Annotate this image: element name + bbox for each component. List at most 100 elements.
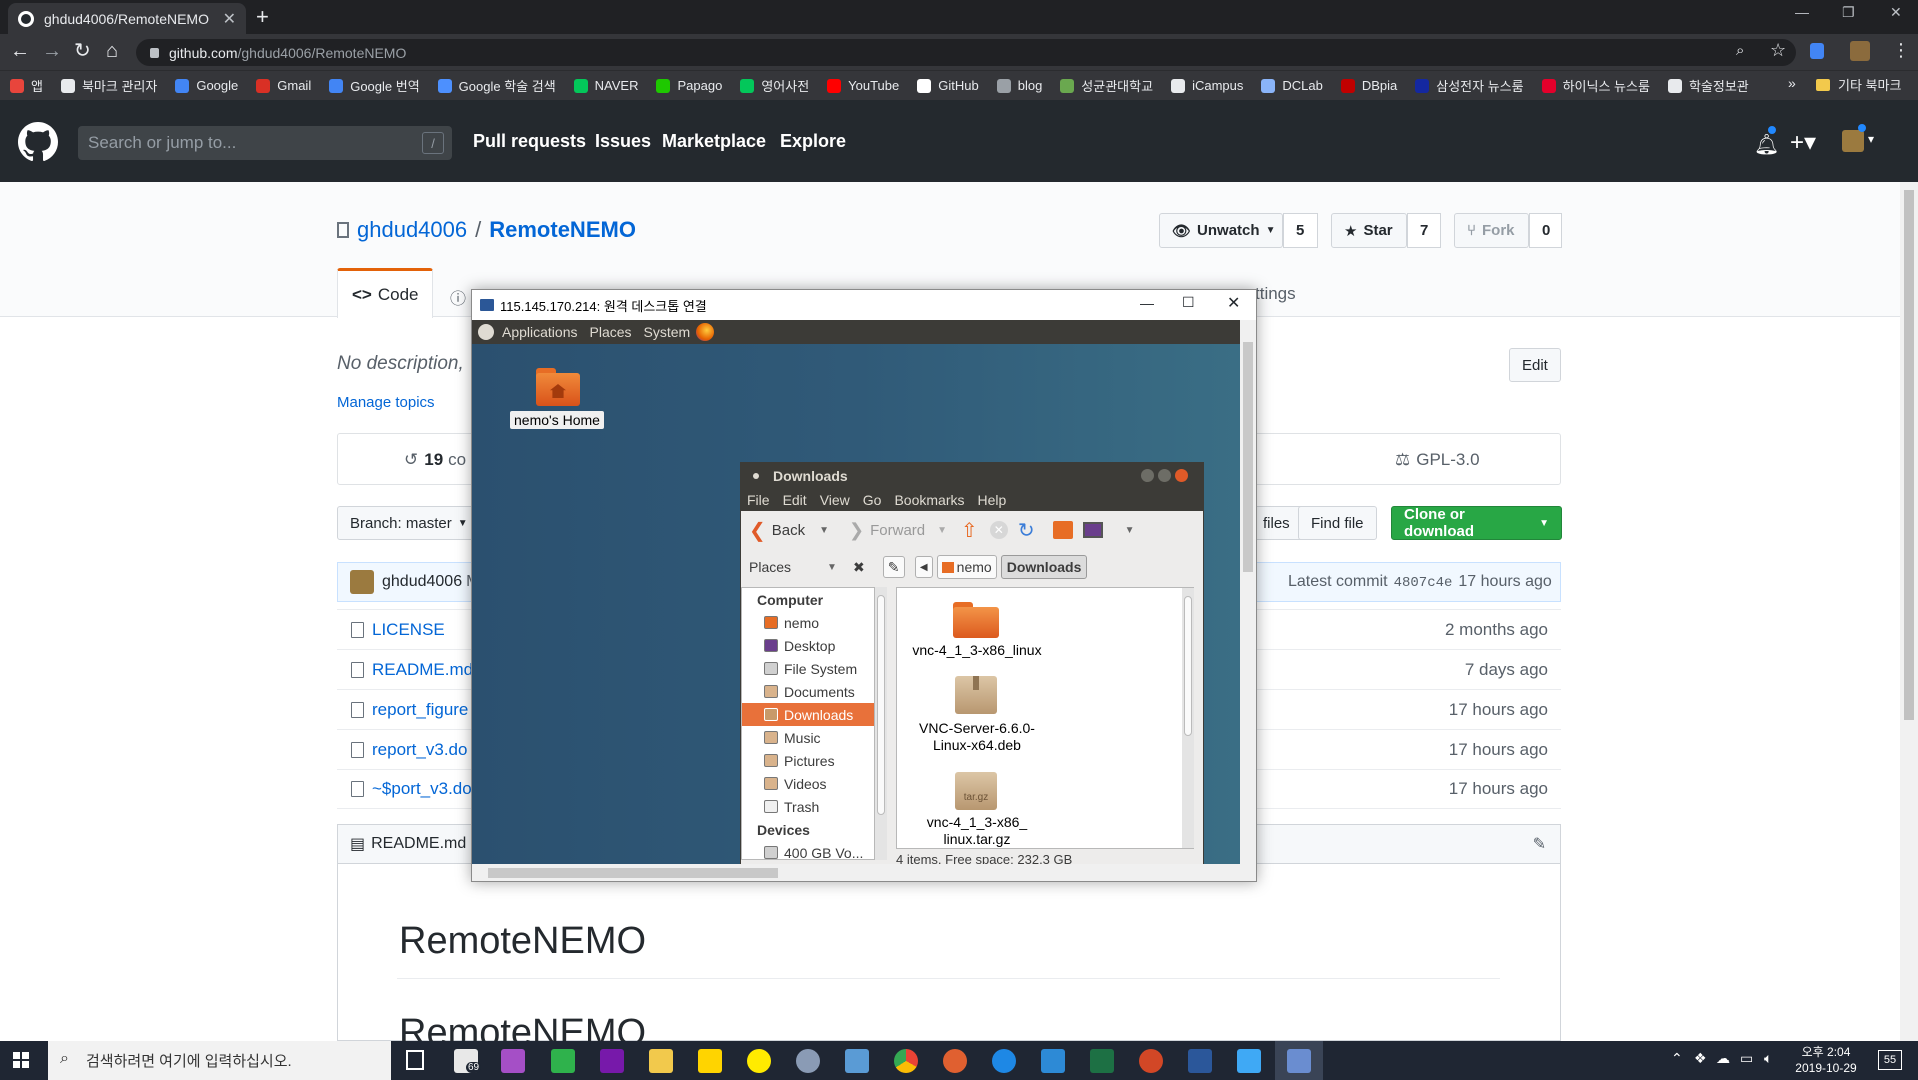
file-view-scrollbar-thumb[interactable]	[1184, 596, 1192, 736]
star-count[interactable]: 7	[1407, 213, 1441, 248]
bookmark-item[interactable]: Gmail	[256, 78, 311, 93]
reload-icon[interactable]: ↻	[1018, 518, 1035, 543]
forward-history-caret-icon[interactable]: ▼	[937, 525, 947, 536]
find-file-button[interactable]: Find file	[1298, 506, 1377, 540]
app-green-icon[interactable]	[551, 1049, 575, 1073]
kakaotalk-icon[interactable]	[747, 1049, 771, 1073]
upload-files-button[interactable]: files	[1250, 506, 1303, 540]
repo-name-link[interactable]: RemoteNEMO	[489, 217, 636, 243]
file-name-link[interactable]: README.md	[372, 660, 473, 680]
unwatch-button[interactable]: 👁︎ Unwatch ▼	[1159, 213, 1283, 248]
github-search-input[interactable]: Search or jump to... /	[78, 126, 452, 160]
profile-avatar[interactable]	[1850, 41, 1870, 61]
rdp-maximize-icon[interactable]: ☐	[1182, 294, 1195, 311]
bookmark-item[interactable]: 영어사전	[740, 76, 809, 95]
bookmark-item[interactable]: YouTube	[827, 78, 899, 93]
computer-icon[interactable]	[1082, 522, 1103, 538]
onenote-icon[interactable]	[600, 1049, 624, 1073]
nautilus-minimize-icon[interactable]	[1141, 469, 1154, 482]
sidebar-item-documents[interactable]: Documents	[742, 680, 874, 703]
back-arrow-icon[interactable]: ←	[10, 40, 30, 62]
rdp-horizontal-scrollbar[interactable]	[472, 864, 1240, 881]
panel-applications[interactable]: Applications	[502, 324, 578, 340]
task-view-icon[interactable]	[406, 1050, 424, 1070]
vscode-icon[interactable]	[1041, 1049, 1065, 1073]
nav-pull-requests[interactable]: Pull requests	[473, 131, 586, 152]
panel-system[interactable]: System	[644, 324, 691, 340]
bookmark-item[interactable]: Papago	[656, 78, 722, 93]
sidebar-item-volume[interactable]: 400 GB Vo...	[742, 841, 874, 864]
clone-or-download-button[interactable]: Clone or download ▼	[1391, 506, 1562, 540]
zoom-icon[interactable]: ⌕	[1736, 42, 1744, 59]
menu-help[interactable]: Help	[978, 492, 1007, 508]
back-button[interactable]: Back	[772, 522, 805, 539]
up-arrow-icon[interactable]: ⇧	[961, 518, 978, 543]
action-center-notification-icon[interactable]: 55	[1878, 1050, 1902, 1070]
nav-explore[interactable]: Explore	[780, 131, 846, 152]
path-button-downloads[interactable]: Downloads	[1000, 555, 1088, 579]
bookmark-item[interactable]: 성균관대학교	[1060, 76, 1153, 95]
window-menu-dot[interactable]	[753, 473, 759, 479]
excel-icon[interactable]	[1090, 1049, 1114, 1073]
nav-issues[interactable]: Issues	[595, 131, 651, 152]
github-logo-icon[interactable]	[18, 122, 58, 162]
commit-author[interactable]: ghdud4006	[382, 573, 462, 591]
taskbar-clock[interactable]: 오후 2:04 2019-10-29	[1790, 1044, 1862, 1076]
bookmark-item[interactable]: Google	[175, 78, 238, 93]
places-dropdown[interactable]: Places	[749, 559, 791, 575]
browser-tab[interactable]: ghdud4006/RemoteNEMO ✕	[8, 3, 246, 34]
edit-location-pencil-icon[interactable]: ✎	[882, 556, 905, 578]
license-link[interactable]: ⚖ GPL-3.0	[1395, 450, 1480, 470]
file-name-link[interactable]: report_figure	[372, 700, 468, 720]
bookmark-item[interactable]: 앱	[10, 76, 43, 95]
app-blue-icon[interactable]	[845, 1049, 869, 1073]
back-history-caret-icon[interactable]: ▼	[819, 525, 829, 536]
nav-marketplace[interactable]: Marketplace	[662, 131, 766, 152]
powerpoint-icon[interactable]	[1139, 1049, 1163, 1073]
app-m-icon[interactable]	[501, 1049, 525, 1073]
bookmark-item[interactable]: NAVER	[573, 78, 638, 93]
bookmark-item[interactable]: 하이닉스 뉴스룸	[1541, 76, 1650, 95]
bookmark-item[interactable]: 북마크 관리자	[60, 76, 157, 95]
file-name-link[interactable]: LICENSE	[372, 620, 445, 640]
restore-icon[interactable]: ❐	[1842, 4, 1855, 21]
manage-topics-link[interactable]: Manage topics	[337, 394, 435, 411]
folder-icon[interactable]	[953, 602, 999, 638]
windows-start-icon[interactable]	[13, 1052, 29, 1068]
create-new-plus-icon[interactable]: +▾	[1790, 128, 1816, 157]
bookmark-item[interactable]: 학술정보관	[1667, 76, 1749, 95]
app-globe-icon[interactable]	[796, 1049, 820, 1073]
file-name[interactable]: VNC-Server-6.6.0- Linux-x64.deb	[877, 720, 1077, 754]
word-icon[interactable]	[1188, 1049, 1212, 1073]
path-button-nemo[interactable]: nemo	[936, 555, 997, 579]
tab-code[interactable]: <> Code	[337, 268, 433, 318]
sidebar-item-music[interactable]: Music	[742, 726, 874, 749]
ubuntu-icon[interactable]	[943, 1049, 967, 1073]
home-icon[interactable]: ⌂	[106, 40, 118, 62]
menu-file[interactable]: File	[747, 492, 770, 508]
back-arrow-icon[interactable]: ❮	[749, 518, 766, 543]
sidebar-item-nemo[interactable]: nemo	[742, 611, 874, 634]
bookmark-item[interactable]: blog	[996, 78, 1042, 93]
archive-icon[interactable]: tar.gz	[955, 772, 997, 810]
file-explorer-icon[interactable]	[649, 1049, 673, 1073]
nautilus-close-icon[interactable]	[1175, 469, 1188, 482]
panel-places[interactable]: Places	[590, 324, 632, 340]
bookmark-item[interactable]: GitHub	[917, 78, 979, 93]
path-left-arrow-icon[interactable]: ◀	[914, 556, 933, 578]
address-bar[interactable]: github.com/ghdud4006/RemoteNEMO	[136, 39, 1796, 66]
home-folder-icon[interactable]	[536, 368, 580, 406]
page-scrollbar-thumb[interactable]	[1904, 190, 1914, 720]
network-icon[interactable]: ▭	[1740, 1050, 1753, 1067]
dropbox-icon[interactable]: ❖	[1694, 1050, 1707, 1067]
sidebar-item-pictures[interactable]: Pictures	[742, 749, 874, 772]
desktop-icon-label[interactable]: nemo's Home	[510, 411, 604, 429]
chevron-down-icon[interactable]: ▾	[1868, 132, 1874, 146]
sidebar-item-file-system[interactable]: File System	[742, 657, 874, 680]
sticky-notes-icon[interactable]	[698, 1049, 722, 1073]
user-avatar[interactable]	[1842, 130, 1864, 152]
window-close-icon[interactable]: ✕	[1890, 4, 1902, 21]
tab-close-icon[interactable]: ✕	[223, 9, 236, 29]
chrome-icon[interactable]	[894, 1049, 918, 1073]
author-avatar[interactable]	[350, 570, 374, 594]
